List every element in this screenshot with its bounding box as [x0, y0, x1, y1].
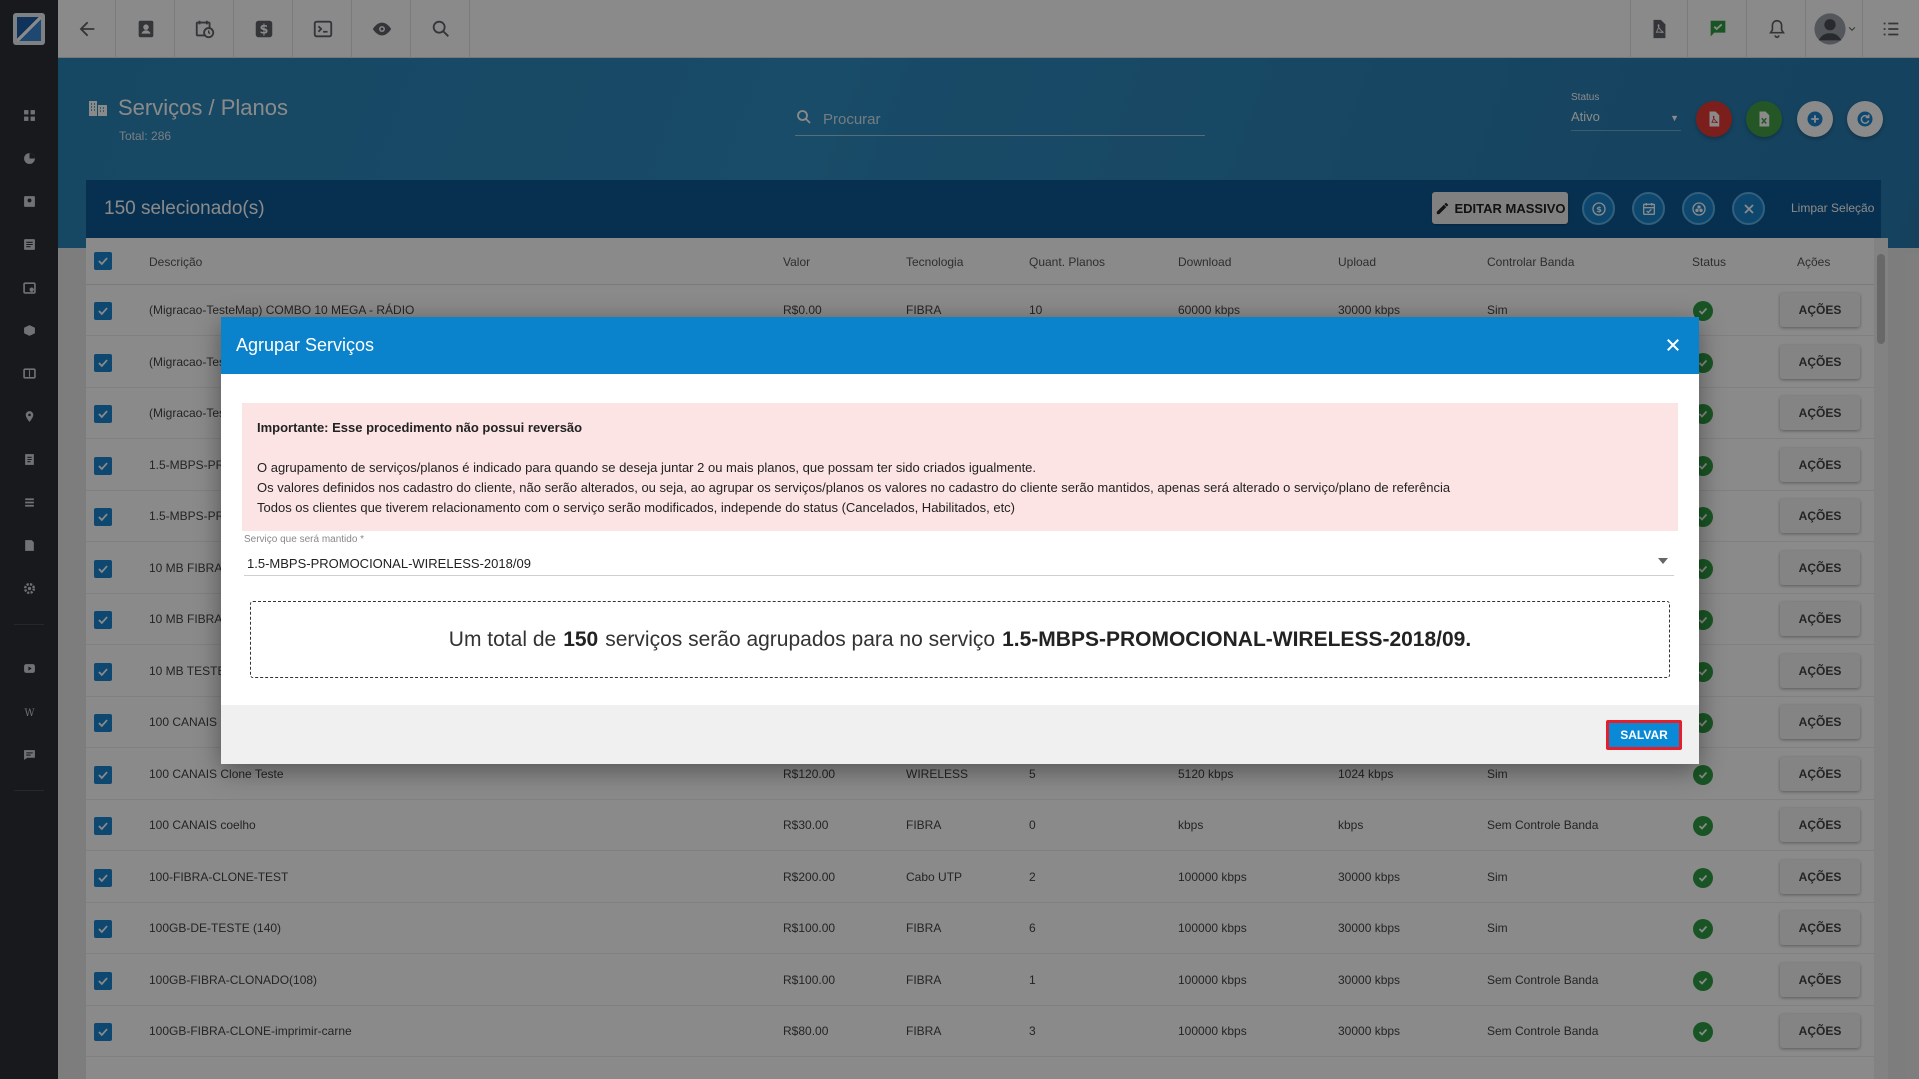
dialog-footer: SALVAR — [221, 705, 1699, 764]
summary-middle: serviços serão agrupados para no serviço — [605, 627, 996, 651]
summary-target: 1.5-MBPS-PROMOCIONAL-WIRELESS-2018/09. — [1002, 627, 1472, 651]
group-services-dialog: Agrupar Serviços Importante: Esse proced… — [221, 317, 1699, 764]
group-summary: Um total de 150 serviços serão agrupados… — [250, 601, 1670, 678]
alert-line: Os valores definidos nos cadastro do cli… — [257, 480, 1451, 495]
caret-down-icon — [1658, 558, 1668, 564]
alert-title: Importante: Esse procedimento não possui… — [257, 420, 583, 435]
save-button[interactable]: SALVAR — [1606, 720, 1682, 750]
dialog-title: Agrupar Serviços — [236, 335, 375, 355]
warning-alert: Importante: Esse procedimento não possui… — [242, 403, 1678, 531]
kept-service-value: 1.5-MBPS-PROMOCIONAL-WIRELESS-2018/09 — [247, 556, 531, 571]
close-icon — [1667, 339, 1679, 351]
kept-service-label: Serviço que será mantido * — [244, 534, 365, 545]
kept-service-select[interactable]: 1.5-MBPS-PROMOCIONAL-WIRELESS-2018/09 — [244, 548, 1674, 576]
summary-prefix: Um total de — [448, 627, 557, 651]
alert-line: O agrupamento de serviços/planos é indic… — [257, 460, 1037, 475]
dialog-close-button[interactable] — [1661, 333, 1685, 357]
alert-line: Todos os clientes que tiverem relacionam… — [257, 500, 1016, 515]
dialog-header: Agrupar Serviços — [221, 317, 1699, 374]
summary-count: 150 — [563, 627, 599, 651]
